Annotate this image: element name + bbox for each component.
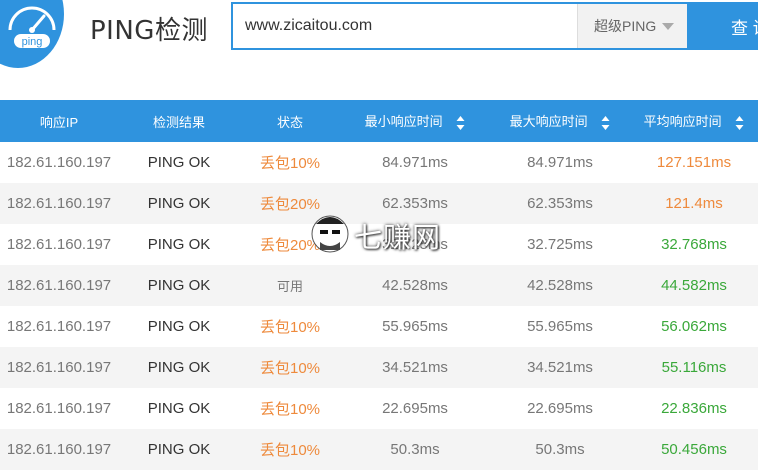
header-result: 检测结果 [118,100,240,142]
table-row: 182.61.160.197 PING OK 丢包20% 32.725ms 32… [0,224,758,265]
cell-ip: 182.61.160.197 [0,347,118,388]
header-ip: 响应IP [0,100,118,142]
cell-result: PING OK [147,400,211,417]
cell-avg-time: 127.151ms [656,154,732,171]
cell-result: PING OK [118,347,240,388]
cell-ip: 182.61.160.197 [6,318,112,335]
cell-status: 丢包10% [259,401,321,418]
table-header-row: 响应IP 检测结果 状态 最小响应时间 最大响应时间 平均响应时间 [0,100,758,142]
search-input[interactable] [233,4,579,48]
cell-avg-time: 50.456ms [630,429,758,470]
cell-result: PING OK [118,429,240,470]
table-row: 182.61.160.197 PING OK 丢包20% 62.353ms 62… [0,183,758,224]
cell-min-time: 34.521ms [340,347,490,388]
cell-status: 丢包20% [259,237,321,254]
cell-status: 丢包10% [240,347,340,388]
table-row: 182.61.160.197 PING OK 丢包10% 55.965ms 55… [0,306,758,347]
cell-avg-time: 55.116ms [630,347,758,388]
cell-avg-time: 32.768ms [661,236,727,253]
cell-result: PING OK [147,154,211,171]
header-max-time[interactable]: 最大响应时间 [490,100,630,142]
page-title: PING检测 [90,16,208,46]
cell-ip: 182.61.160.197 [6,154,112,171]
cell-result: PING OK [118,265,240,306]
cell-ip: 182.61.160.197 [0,429,118,470]
cell-result: PING OK [147,236,211,253]
sort-icon[interactable] [456,115,465,131]
search-box: 超级PING [231,2,689,50]
logo-text: ping [22,36,43,48]
header-avg-time[interactable]: 平均响应时间 [630,100,758,142]
cell-ip: 182.61.160.197 [0,183,118,224]
cell-max-time: 55.965ms [527,318,593,335]
header-status: 状态 [240,100,340,142]
cell-max-time: 22.695ms [527,400,593,417]
cell-min-time: 50.3ms [340,429,490,470]
cell-max-time: 32.725ms [527,236,593,253]
speedometer-icon: ping [8,6,56,48]
query-button[interactable]: 查 询 [689,2,758,50]
cell-min-time: 62.353ms [340,183,490,224]
cell-result: PING OK [118,183,240,224]
table-row: 182.61.160.197 PING OK 丢包10% 22.695ms 22… [0,388,758,429]
sort-icon[interactable] [735,115,744,131]
cell-max-time: 84.971ms [527,154,593,171]
cell-status: 丢包10% [259,155,321,172]
cell-avg-time: 56.062ms [661,318,727,335]
ping-logo[interactable]: ping [0,0,64,68]
ping-result-table: 响应IP 检测结果 状态 最小响应时间 最大响应时间 平均响应时间 182.61… [0,100,758,470]
table-row: 182.61.160.197 PING OK 丢包10% 84.971ms 84… [0,142,758,183]
cell-ip: 182.61.160.197 [6,400,112,417]
chevron-down-icon [662,22,675,30]
cell-status: 可用 [240,265,340,306]
table-row: 182.61.160.197 PING OK 丢包10% 50.3ms 50.3… [0,429,758,470]
cell-max-time: 42.528ms [490,265,630,306]
cell-avg-time: 44.582ms [630,265,758,306]
cell-status: 丢包10% [259,319,321,336]
cell-min-time: 84.971ms [382,154,448,171]
cell-max-time: 50.3ms [490,429,630,470]
table-row: 182.61.160.197 PING OK 可用 42.528ms 42.52… [0,265,758,306]
table-row: 182.61.160.197 PING OK 丢包10% 34.521ms 34… [0,347,758,388]
cell-max-time: 34.521ms [490,347,630,388]
cell-min-time: 55.965ms [382,318,448,335]
cell-ip: 182.61.160.197 [0,265,118,306]
query-button-label: 查 询 [731,18,758,38]
cell-min-time: 42.528ms [340,265,490,306]
cell-ip: 182.61.160.197 [6,236,112,253]
ping-type-select[interactable]: 超级PING [577,4,687,48]
sort-icon[interactable] [601,115,610,131]
cell-avg-time: 22.836ms [661,400,727,417]
cell-status: 丢包20% [240,183,340,224]
cell-max-time: 62.353ms [490,183,630,224]
ping-type-label: 超级PING [594,18,657,34]
cell-min-time: 22.695ms [382,400,448,417]
cell-avg-time: 121.4ms [630,183,758,224]
cell-min-time: 32.725ms [382,236,448,253]
cell-status: 丢包10% [240,429,340,470]
cell-result: PING OK [147,318,211,335]
header-min-time[interactable]: 最小响应时间 [340,100,490,142]
